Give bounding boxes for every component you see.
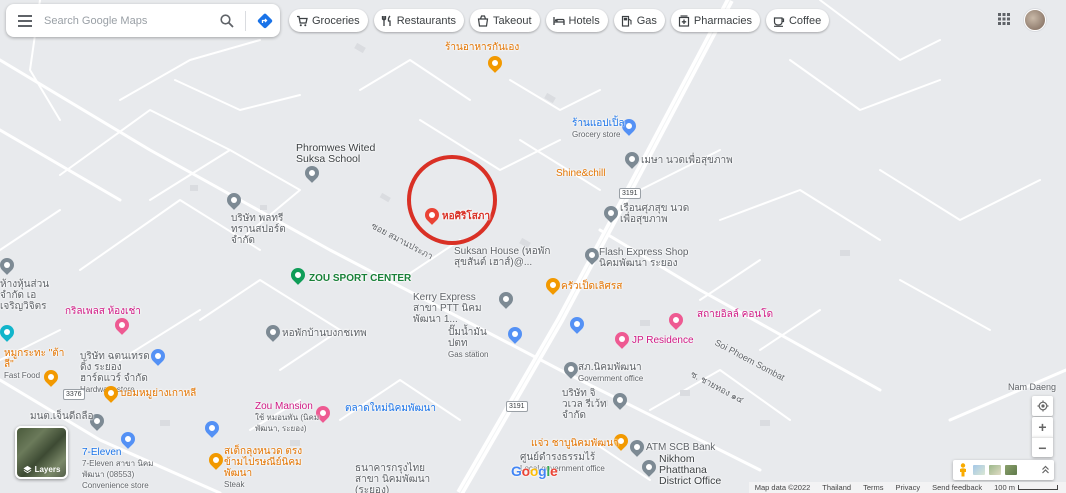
- restaurant-label[interactable]: ร้านอาหารกันเอง: [445, 42, 519, 53]
- zoom-in-button[interactable]: +: [1032, 417, 1053, 437]
- directions-icon: [257, 13, 273, 28]
- layers-label-row: Layers: [17, 465, 66, 474]
- apps-grid-icon: [998, 13, 1010, 25]
- dorm-label[interactable]: หอพักบ้านบงกชเทพ: [282, 328, 367, 339]
- cart-icon: [297, 15, 308, 26]
- bed-icon: [552, 16, 565, 25]
- atm-label[interactable]: ATM SCB Bank: [646, 442, 715, 453]
- kitchen-label[interactable]: ครัวเป็ดเลิศรส: [561, 281, 622, 292]
- school-label[interactable]: Phromwes Wited Suksa School: [296, 143, 378, 165]
- company1-label[interactable]: บริษัท พลทรี ทรานสปอร์ต จำกัด: [231, 213, 297, 246]
- mon-label[interactable]: มนต.เจ็นดีถลือ: [30, 411, 94, 422]
- massage1-label[interactable]: เมษา นวดเพื่อสุขภาพ: [641, 155, 733, 166]
- grill-label[interactable]: กริลเพลส ห้องเช่า: [65, 306, 141, 317]
- noodle-label[interactable]: แจ่ว ชาบูนิคมพัฒนา: [531, 438, 619, 449]
- suksan-label[interactable]: Suksan House (หอพัก สุขสันต์ เฮาส์)@...: [454, 246, 564, 268]
- my-location-icon: [1037, 400, 1048, 412]
- layers-icon: [23, 465, 32, 474]
- flash-label[interactable]: Flash Express Shop นิคมพัฒนา ระยอง: [599, 247, 699, 269]
- pharmacy-icon: [678, 14, 690, 27]
- account-avatar[interactable]: [1024, 9, 1046, 31]
- privacy-link[interactable]: Privacy: [896, 483, 921, 492]
- pegman-icon[interactable]: [957, 463, 969, 477]
- massage2-label[interactable]: เรือนศุภสุข นวดเพื่อสุขภาพ: [620, 203, 690, 225]
- road-label-namdaeng: Nam Daeng: [1008, 382, 1057, 392]
- search-box: [6, 4, 280, 37]
- market-label[interactable]: ตลาดใหม่นิคมพัฒนา: [345, 403, 436, 414]
- chip-hotels-label: Hotels: [568, 14, 600, 27]
- imagery-thumb-3[interactable]: [1005, 465, 1017, 475]
- street-view-controls: [953, 460, 1054, 480]
- seven-label[interactable]: 7-Eleven 7-Eleven สาขา นิคมพัฒนา (08553) …: [82, 447, 157, 491]
- chip-groceries[interactable]: Groceries: [289, 9, 368, 32]
- layers-button[interactable]: Layers: [15, 426, 68, 479]
- imagery-thumb-2[interactable]: [989, 465, 1001, 475]
- route-shield-3: 3376: [63, 389, 85, 400]
- bbq-label[interactable]: บอมหมูย่างเกาหลี: [120, 388, 196, 399]
- my-location-button[interactable]: [1032, 396, 1053, 416]
- chip-gas[interactable]: Gas: [613, 9, 665, 32]
- feedback-link[interactable]: Send feedback: [932, 483, 982, 492]
- expand-button[interactable]: [1041, 465, 1050, 476]
- search-button[interactable]: [213, 4, 241, 37]
- search-input[interactable]: [44, 4, 213, 37]
- selected-place-label[interactable]: หอศิริโสภา: [442, 211, 490, 222]
- scale-control[interactable]: 100 m: [994, 483, 1058, 492]
- layers-text: Layers: [34, 465, 61, 474]
- mansion-label[interactable]: Zou Mansion ใช้ หมอนพัน (นิคม พัฒนา, ระยอ…: [255, 401, 320, 434]
- chip-restaurants[interactable]: Restaurants: [373, 9, 464, 32]
- route-shield: 3191: [619, 188, 641, 199]
- chip-coffee[interactable]: Coffee: [765, 9, 830, 32]
- chip-pharmacies-label: Pharmacies: [693, 14, 752, 27]
- fastfood-label[interactable]: หมูกระทะ "ต้าลี" Fast Food: [4, 348, 74, 381]
- gas-pump-icon: [621, 15, 632, 27]
- hamburger-icon: [18, 14, 32, 27]
- takeout-icon: [477, 14, 489, 27]
- chip-restaurants-label: Restaurants: [396, 14, 456, 27]
- searchbox-divider: [245, 10, 246, 31]
- scale-bar: [1018, 485, 1058, 490]
- gov-label[interactable]: สภ.นิคมพัฒนา Government office: [578, 362, 658, 384]
- chip-groceries-label: Groceries: [312, 14, 360, 27]
- chip-pharmacies[interactable]: Pharmacies: [670, 9, 760, 32]
- condo-label[interactable]: สถายอิลล์ คอนโด: [697, 309, 773, 320]
- category-chips: Groceries Restaurants Takeout Hotels Gas…: [289, 9, 830, 32]
- map-footer: Map data ©2022 Thailand Terms Privacy Se…: [748, 482, 1066, 493]
- menu-button[interactable]: [6, 4, 44, 37]
- magnifier-icon: [220, 13, 234, 28]
- shine-label[interactable]: Shine&chill: [556, 168, 605, 179]
- chip-gas-label: Gas: [636, 14, 657, 27]
- zoom-out-button[interactable]: −: [1032, 437, 1053, 457]
- apps-button[interactable]: [994, 9, 1014, 29]
- district-label[interactable]: Nikhom Phatthana District Office: [659, 454, 739, 487]
- chip-takeout[interactable]: Takeout: [470, 9, 540, 32]
- chip-takeout-label: Takeout: [493, 14, 532, 27]
- cooperative-label[interactable]: ห้างหุ้นส่วนจำกัด เอเจริญวิจิตร: [0, 279, 58, 312]
- expand-icon: [1042, 465, 1049, 473]
- sport-label[interactable]: ZOU SPORT CENTER: [309, 273, 411, 284]
- jp-label[interactable]: JP Residence: [632, 335, 694, 346]
- scale-label: 100 m: [994, 483, 1015, 492]
- kerry-label[interactable]: Kerry Express สาขา PTT นิคมพัฒนา 1...: [413, 292, 498, 325]
- map-data-text: Map data ©2022: [754, 483, 811, 492]
- coffee-icon: [773, 16, 785, 27]
- google-logo: Google: [511, 463, 558, 479]
- bank-label[interactable]: ธนาคารกรุงไทย สาขา นิคมพัฒนา (ระยอง): [355, 463, 445, 493]
- imagery-thumb-1[interactable]: [973, 465, 985, 475]
- fork-knife-icon: [381, 15, 391, 26]
- directions-button[interactable]: [250, 4, 280, 37]
- company-right-label[interactable]: บริษัท จิวเวล รีเว้ท จำกัด: [562, 388, 612, 421]
- country-link[interactable]: Thailand: [822, 483, 851, 492]
- grocery-label[interactable]: ร้านแอปเปิ้ล Grocery store: [572, 118, 625, 140]
- chip-hotels[interactable]: Hotels: [545, 9, 608, 32]
- terms-link[interactable]: Terms: [863, 483, 883, 492]
- route-shield-2: 3191: [506, 401, 528, 412]
- steak-label[interactable]: สเต็กลุงหนวด ตรง ข้ามไปรษณีย์นิคมพัฒนา St…: [224, 446, 310, 490]
- chip-coffee-label: Coffee: [788, 14, 822, 27]
- gas-label[interactable]: ปั๊มน้ำมัน ปตท Gas station: [448, 327, 508, 360]
